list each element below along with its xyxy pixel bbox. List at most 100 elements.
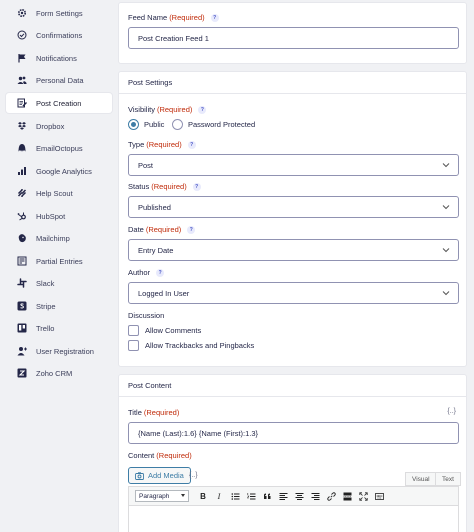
flag-icon [16, 52, 28, 64]
sidebar-item-mailchimp[interactable]: Mailchimp [6, 228, 112, 248]
sidebar-item-help-scout[interactable]: Help Scout [6, 183, 112, 203]
visibility-radio-public[interactable]: Public [128, 119, 164, 130]
content-label-text: Content [128, 451, 155, 460]
radio-label: Public [144, 120, 165, 129]
link-icon [326, 491, 336, 501]
feed-name-input[interactable]: Post Creation Feed 1 [128, 27, 459, 49]
author-label: Author ? [128, 268, 165, 277]
required-marker: (Required) [145, 225, 182, 234]
sidebar-item-user-registration[interactable]: User Registration [6, 341, 112, 361]
date-label-text: Date [128, 225, 144, 234]
sidebar-item-post-creation[interactable]: Post Creation [6, 93, 112, 113]
add-media-button[interactable]: Add Media [128, 467, 191, 484]
discussion-label: Discussion [128, 311, 164, 320]
sidebar-item-confirmations[interactable]: Confirmations [6, 25, 112, 45]
allow-trackbacks-checkbox[interactable]: Allow Trackbacks and Pingbacks [128, 340, 254, 351]
title-input[interactable]: {Name (Last):1.6} {Name (First):1.3} [128, 422, 459, 444]
feed-name-label-text: Feed Name [128, 13, 168, 22]
tab-text[interactable]: Text [435, 472, 461, 486]
status-label: Status (Required) ? [128, 182, 201, 191]
zoho-icon [16, 367, 28, 379]
type-label: Type (Required) ? [128, 140, 196, 149]
sidebar-item-hubspot[interactable]: HubSpot [6, 206, 112, 226]
radio-label: Password Protected [188, 120, 256, 129]
type-label-text: Type [128, 140, 145, 149]
checkbox[interactable] [128, 325, 139, 336]
chevron-down-icon [442, 291, 450, 296]
chevron-down-icon [442, 248, 450, 253]
help-icon[interactable]: ? [192, 182, 201, 191]
chevron-down-icon [442, 163, 450, 168]
post-settings-card: Post Settings Visibility (Required) ? Pu… [118, 71, 467, 367]
required-marker: (Required) [156, 451, 192, 460]
status-select-value: Published [138, 202, 171, 212]
help-icon[interactable]: ? [198, 105, 207, 114]
align-right-icon [311, 492, 319, 500]
format-select[interactable]: Paragraph [135, 490, 189, 502]
align-left-button[interactable] [275, 489, 291, 503]
help-icon[interactable]: ? [156, 268, 165, 277]
link-button[interactable] [323, 489, 339, 503]
sidebar-item-label: User Registration [36, 346, 94, 356]
sidebar-item-zoho-crm[interactable]: Zoho CRM [6, 363, 112, 383]
visibility-radio-password-protected[interactable]: Password Protected [172, 119, 255, 130]
sidebar-item-dropbox[interactable]: Dropbox [6, 116, 112, 136]
sidebar-item-label: HubSpot [36, 211, 66, 221]
sidebar-item-slack[interactable]: Slack [6, 273, 112, 293]
read-more-icon [343, 492, 351, 500]
title-label-text: Title [128, 408, 142, 417]
check-circle-icon [16, 29, 28, 41]
checkbox[interactable] [128, 340, 139, 351]
status-select[interactable]: Published [128, 196, 459, 218]
required-marker: (Required) [151, 182, 187, 191]
radio-unselected [172, 119, 183, 130]
sidebar-item-label: Confirmations [36, 30, 83, 40]
sidebar-item-google-analytics[interactable]: Google Analytics [6, 161, 112, 181]
allow-comments-checkbox[interactable]: Allow Comments [128, 325, 201, 336]
author-select[interactable]: Logged In User [128, 282, 459, 304]
numbered-list-icon [246, 492, 255, 499]
sidebar-item-partial-entries[interactable]: Partial Entries [6, 251, 112, 271]
author-label-text: Author [128, 268, 151, 277]
sidebar-item-stripe[interactable]: Stripe [6, 296, 112, 316]
help-icon[interactable]: ? [210, 13, 219, 22]
sidebar-item-trello[interactable]: Trello [6, 318, 112, 338]
sidebar-item-label: Trello [36, 323, 55, 333]
fullscreen-button[interactable] [355, 489, 371, 503]
post-icon [16, 97, 28, 109]
toolbar-toggle-button[interactable] [371, 489, 387, 503]
date-select[interactable]: Entry Date [128, 239, 459, 261]
sidebar-item-form-settings[interactable]: Form Settings [6, 3, 112, 23]
helpscout-icon [16, 187, 28, 199]
post-content-card: Post Content Title (Required) {..} {Name… [118, 374, 467, 532]
italic-button[interactable]: I [211, 489, 227, 503]
dropbox-icon [16, 120, 28, 132]
numbered-list-button[interactable] [243, 489, 259, 503]
bold-button[interactable]: B [195, 489, 211, 503]
users-icon [16, 74, 28, 86]
merge-tag-button[interactable]: {..} [447, 408, 456, 415]
tab-visual[interactable]: Visual [405, 472, 437, 486]
editor-toolbar: Paragraph B I [128, 486, 459, 506]
sidebar-item-personal-data[interactable]: Personal Data [6, 70, 112, 90]
sidebar-item-notifications[interactable]: Notifications [6, 48, 112, 68]
read-more-button[interactable] [339, 489, 355, 503]
sidebar-item-label: Dropbox [36, 121, 65, 131]
feed-name-value: Post Creation Feed 1 [138, 33, 209, 43]
bullet-list-button[interactable] [227, 489, 243, 503]
type-select[interactable]: Post [128, 154, 459, 176]
align-right-button[interactable] [307, 489, 323, 503]
feed-name-label: Feed Name (Required) ? [128, 13, 219, 22]
align-center-button[interactable] [291, 489, 307, 503]
sidebar-item-emailoctopus[interactable]: EmailOctopus [6, 138, 112, 158]
content-editor[interactable] [128, 506, 459, 532]
blockquote-button[interactable] [259, 489, 275, 503]
checkbox-label: Allow Comments [145, 326, 202, 335]
user-registration-icon [16, 345, 28, 357]
date-select-value: Entry Date [138, 245, 174, 255]
merge-tag-button[interactable]: {..} [189, 472, 198, 479]
sidebar-item-label: Zoho CRM [36, 368, 73, 378]
help-icon[interactable]: ? [187, 140, 196, 149]
help-icon[interactable]: ? [187, 225, 196, 234]
sidebar-item-label: Mailchimp [36, 233, 70, 243]
